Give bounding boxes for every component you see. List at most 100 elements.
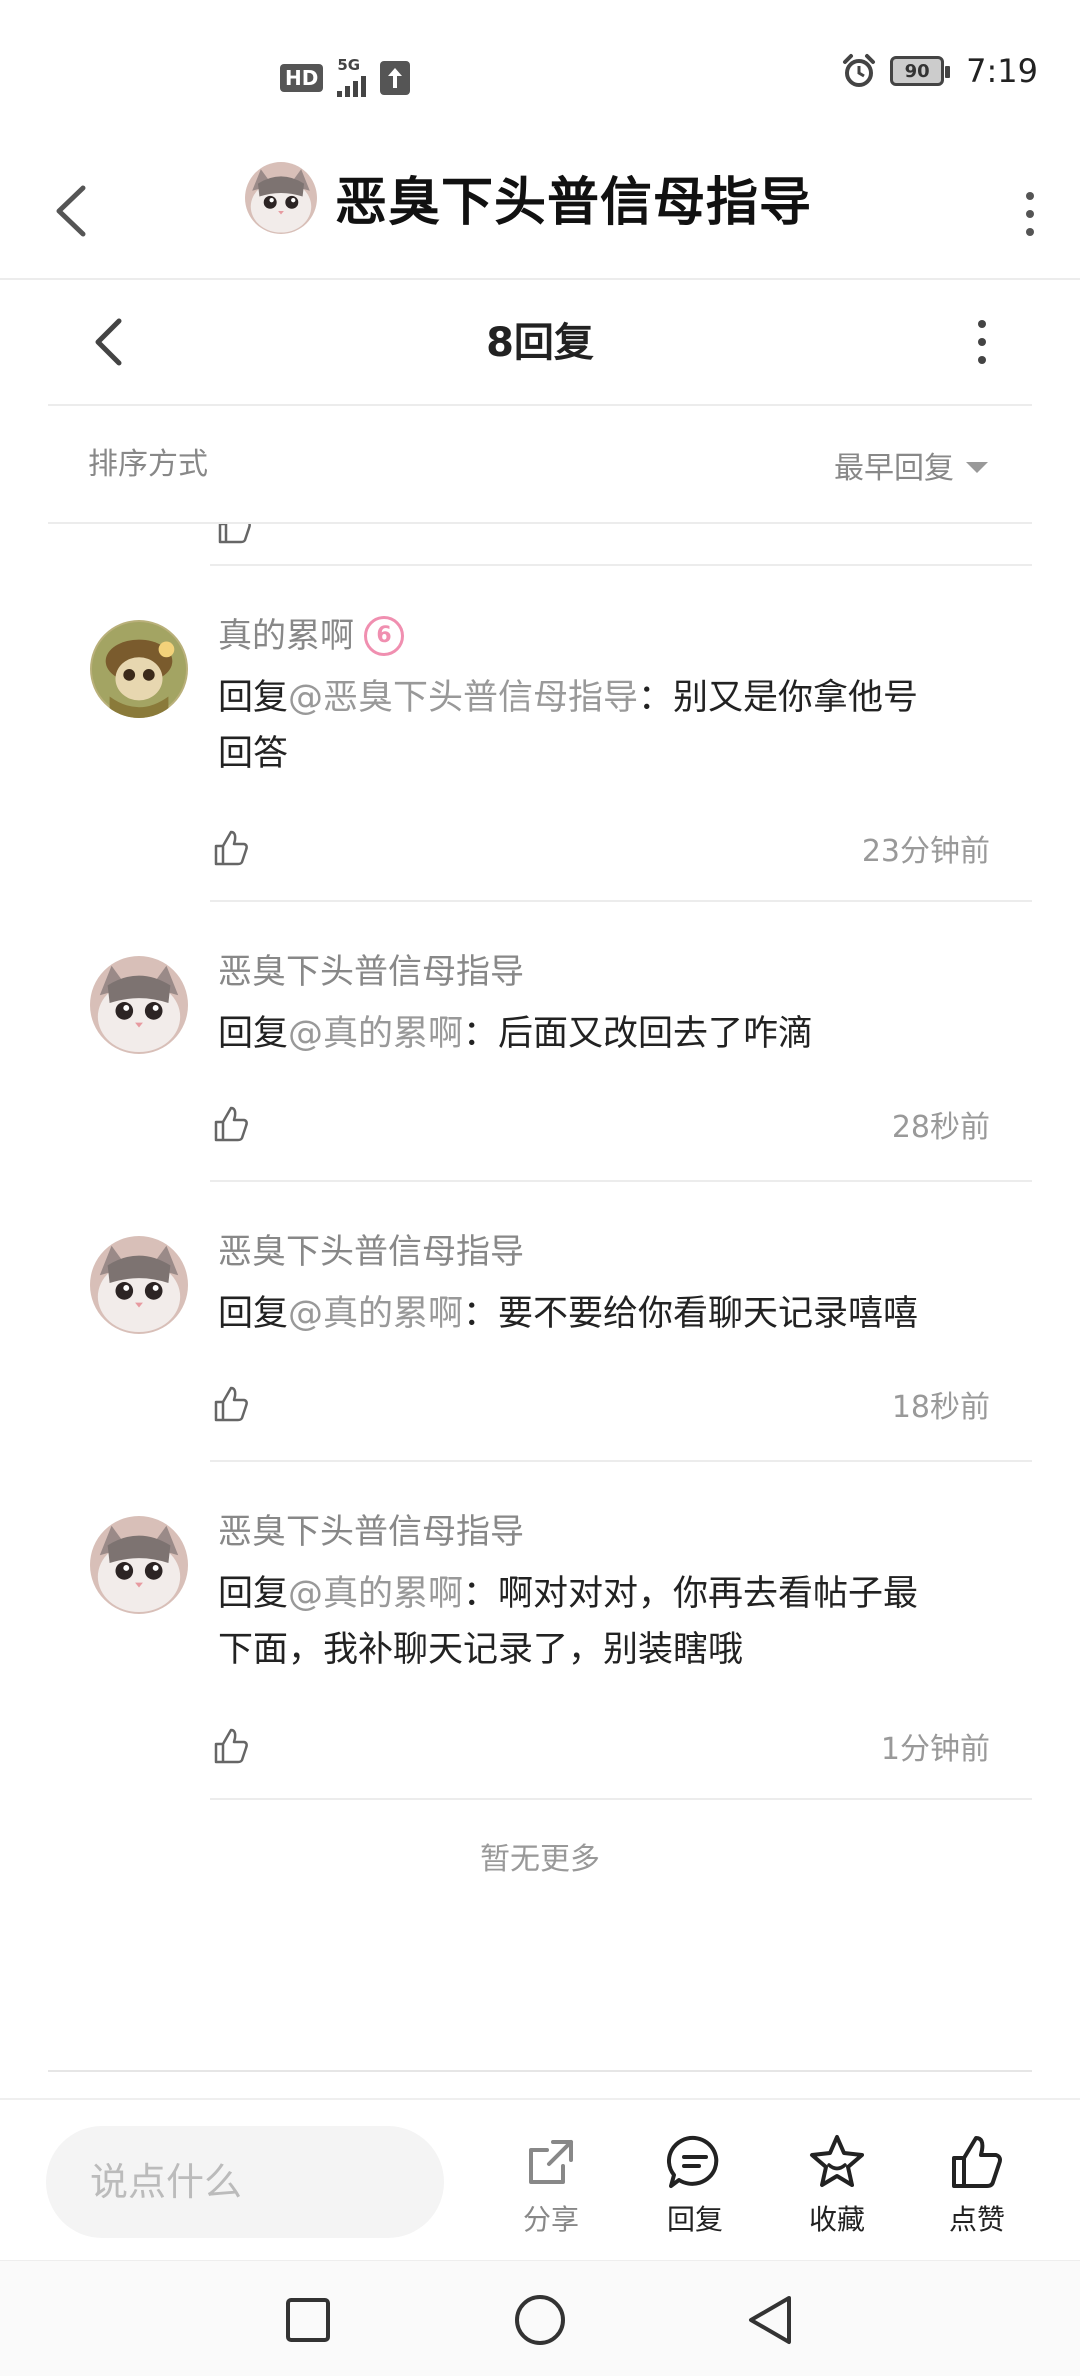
battery-level: 90 [904,60,930,82]
back-nav-button[interactable] [730,2285,810,2355]
dot-icon [978,338,986,346]
mention-link[interactable]: @恶臭下头普信母指导 [288,678,638,718]
mention-link[interactable]: @真的累啊 [288,1294,463,1334]
reply-author[interactable]: 恶臭下头普信母指导 [218,948,990,996]
reply-text[interactable]: 回复@真的累啊：后面又改回去了咋滴 [218,1006,990,1062]
dot-icon [978,320,986,328]
reply-content-line2: 回答 [218,734,289,774]
reply-text[interactable]: 回复@恶臭下头普信母指导：别又是你拿他号 回答 [218,670,990,782]
alarm-icon [843,54,876,87]
author-name: 恶臭下头普信母指导 [218,952,524,992]
author-name: 恶臭下头普信母指导 [218,1232,524,1272]
status-bar: HD 5G 90 7:19 [0,0,1080,150]
system-nav-bar [0,2260,1080,2376]
upload-icon [380,60,411,95]
caret-down-icon [966,461,988,473]
character-avatar-icon [90,620,188,718]
hd-badge: HD [280,63,324,92]
battery-icon: 90 [890,56,951,86]
cat-avatar-icon [90,1236,188,1334]
status-left: HD 5G [280,56,411,97]
reply-author[interactable]: 恶臭下头普信母指导 [218,1508,990,1556]
share-icon [529,2140,573,2184]
author-name: 恶臭下头普信母指导 [218,1512,524,1552]
dot-icon [1026,210,1034,218]
reply-count-title: 8回复 [486,320,594,366]
divider [48,2070,1032,2072]
avatar[interactable] [245,161,317,234]
avatar[interactable] [90,1236,188,1334]
level-badge: 6 [364,616,404,656]
reply-content: ：啊对对对，你再去看帖子最 [463,1574,919,1614]
favorite-label: 收藏 [808,2203,865,2236]
divider [210,1798,1032,1800]
reply-panel-more-button[interactable] [952,302,1012,382]
mention-link[interactable]: @真的累啊 [288,1574,463,1614]
comment-input[interactable]: 说点什么 [46,2126,444,2238]
more-options-button[interactable] [1000,174,1060,254]
reply-prefix: 回复 [218,1574,289,1614]
signal-icon: 5G [337,56,367,97]
reply-author[interactable]: 恶臭下头普信母指导 [218,1228,990,1276]
reply-content: ：后面又改回去了咋滴 [463,1014,814,1054]
avatar[interactable] [90,956,188,1054]
reply-author[interactable]: 真的累啊 6 [218,612,990,660]
sort-selected: 最早回复 [834,451,954,486]
thumbs-up-icon[interactable] [212,1726,252,1766]
thumbs-up-icon[interactable] [212,1104,252,1144]
share-label: 分享 [522,2203,579,2236]
chevron-left-icon [56,185,86,237]
header-user[interactable]: 恶臭下头普信母指导 [245,160,812,235]
favorite-button[interactable]: 收藏 [782,2130,892,2238]
like-label: 点赞 [948,2203,1005,2236]
recents-button[interactable] [268,2285,348,2355]
status-right: 90 7:19 [840,52,1038,90]
divider [210,900,1032,902]
page-title: 恶臭下头普信母指导 [335,173,813,233]
share-button[interactable]: 分享 [496,2130,606,2238]
reply-prefix: 回复 [218,678,289,718]
cat-avatar-icon [90,956,188,1054]
no-more-label: 暂无更多 [480,1842,600,1877]
sort-bar: 排序方式 最早回复 [48,406,1032,524]
home-button[interactable] [500,2285,580,2355]
thumbs-up-icon[interactable] [212,1384,252,1424]
dot-icon [978,356,986,364]
reply-panel-header: 8回复 [48,280,1032,406]
previous-reply-cutoff [210,524,1032,566]
reply-content-line2: 下面，我补聊天记录了，别装瞎哦 [218,1630,744,1670]
back-button[interactable] [40,176,100,246]
thumbs-up-icon[interactable] [212,828,252,868]
cat-avatar-icon [245,161,317,234]
reply-content: ：别又是你拿他号 [638,678,919,718]
chevron-left-icon [95,318,122,366]
dot-icon [1026,192,1034,200]
reply-button[interactable]: 回复 [640,2130,750,2238]
thumbs-up-icon [218,524,251,544]
reply-time: 1分钟前 [880,1732,990,1767]
reply-panel-back-button[interactable] [78,302,138,382]
network-type: 5G [337,56,361,74]
circle-icon [515,2295,565,2345]
avatar[interactable] [90,620,188,718]
triangle-back-icon [749,2296,791,2344]
reply-prefix: 回复 [218,1014,289,1054]
reply-time: 18秒前 [891,1390,990,1425]
divider [210,1180,1032,1182]
top-header: 恶臭下头普信母指导 [0,150,1080,280]
reply-time: 23分钟前 [861,834,990,869]
clock: 7:19 [966,52,1038,90]
reply-text[interactable]: 回复@真的累啊：啊对对对，你再去看帖子最 下面，我补聊天记录了，别装瞎哦 [218,1566,990,1678]
square-icon [286,2298,330,2342]
reply-label: 回复 [666,2203,723,2236]
divider [210,1460,1032,1462]
avatar[interactable] [90,1516,188,1614]
reply-content: ：要不要给你看聊天记录嘻嘻 [463,1294,919,1334]
mention-link[interactable]: @真的累啊 [288,1014,463,1054]
chat-bubble-icon [666,2135,719,2188]
thumbs-up-icon [952,2136,1002,2188]
reply-text[interactable]: 回复@真的累啊：要不要给你看聊天记录嘻嘻 [218,1286,990,1342]
sort-dropdown[interactable]: 最早回复 [834,406,988,524]
reply-time: 28秒前 [891,1110,990,1145]
like-button[interactable]: 点赞 [922,2130,1032,2238]
